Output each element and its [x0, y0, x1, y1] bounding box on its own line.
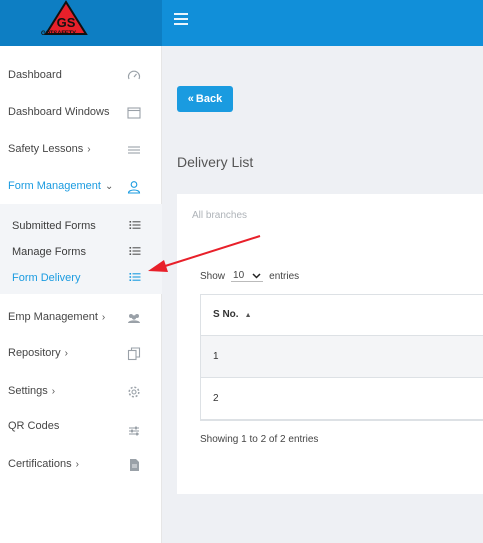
sidebar-item-emp-management[interactable]: Emp Management › — [0, 303, 162, 333]
sidebar-item-form-management[interactable]: Form Management ⌄ — [0, 172, 162, 202]
entries-select[interactable]: 10 — [231, 270, 264, 282]
svg-text:GS: GS — [57, 15, 76, 30]
sidebar-item-safety-lessons[interactable]: Safety Lessons › — [0, 135, 162, 165]
gear-icon — [128, 386, 140, 398]
chevron-right-icon: › — [51, 386, 56, 397]
chevron-right-icon: › — [101, 312, 106, 323]
sidebar-item-label: Dashboard Windows — [8, 106, 110, 118]
submenu-item-label: Manage Forms — [12, 246, 86, 258]
chevron-down-icon: ⌄ — [104, 181, 114, 192]
entries-select-value: 10 — [233, 270, 245, 281]
window-icon — [127, 107, 141, 119]
submenu-item-form-delivery[interactable]: Form Delivery — [0, 266, 162, 290]
chevron-right-icon: › — [75, 459, 79, 470]
table-row[interactable]: 2 — [201, 378, 483, 420]
list-icon — [129, 221, 141, 229]
sidebar-item-repository[interactable]: Repository › — [0, 339, 162, 369]
column-header-sno[interactable]: S No. ▲ — [213, 309, 252, 320]
hamburger-icon[interactable] — [174, 13, 188, 25]
list-icon — [129, 273, 141, 281]
entries-length-control: Show 10 entries — [200, 270, 299, 282]
gotsafety-logo: GS — [44, 0, 88, 35]
sliders-icon — [129, 426, 139, 436]
delivery-table: S No. ▲ 1 2 — [200, 294, 483, 421]
branch-select[interactable]: All branches — [192, 210, 247, 221]
submenu-item-label: Form Delivery — [12, 272, 81, 284]
sidebar-item-label: Safety Lessons — [8, 143, 84, 155]
double-chevron-left-icon: « — [187, 93, 194, 105]
chevron-right-icon: › — [87, 144, 91, 155]
logo-area: GS GOTSAFETY — [0, 0, 162, 46]
table-header: S No. ▲ — [201, 295, 483, 336]
form-management-submenu: Submitted Forms Manage Forms Form Delive… — [0, 204, 162, 294]
list-icon — [129, 247, 141, 255]
speedometer-icon — [127, 70, 141, 80]
sidebar-item-label: QR Codes — [8, 420, 60, 432]
back-button-label: Back — [195, 93, 223, 105]
sidebar: Dashboard Dashboard Windows Safety Lesso… — [0, 46, 162, 543]
chevron-down-icon — [252, 272, 261, 279]
page-title: Delivery List — [177, 154, 254, 170]
table-row[interactable]: 1 — [201, 336, 483, 378]
table-cell: 1 — [213, 351, 219, 362]
sidebar-item-label: Dashboard — [8, 69, 62, 81]
sidebar-item-settings[interactable]: Settings › — [0, 377, 162, 407]
sidebar-item-certifications[interactable]: Certifications › — [0, 450, 162, 480]
users-icon — [128, 314, 140, 323]
sidebar-item-label: Emp Management — [8, 311, 98, 323]
copy-icon — [127, 347, 141, 361]
show-label: Show — [200, 270, 226, 282]
sidebar-item-label: Form Management — [8, 180, 101, 192]
sidebar-item-qr-codes[interactable]: QR Codes — [0, 412, 162, 442]
sidebar-item-label: Repository — [8, 347, 61, 359]
table-info: Showing 1 to 2 of 2 entries — [200, 434, 319, 445]
table-cell: 2 — [213, 393, 219, 404]
submenu-item-label: Submitted Forms — [12, 220, 96, 232]
lines-icon — [128, 146, 140, 154]
chevron-right-icon: › — [64, 348, 68, 359]
sidebar-item-dashboard[interactable]: Dashboard — [0, 61, 162, 91]
entries-label: entries — [269, 270, 300, 282]
user-icon — [127, 181, 141, 194]
back-button[interactable]: « Back — [177, 86, 233, 112]
sidebar-item-label: Certifications — [8, 458, 72, 470]
sidebar-item-dashboard-windows[interactable]: Dashboard Windows — [0, 98, 162, 128]
logo-text: GOTSAFETY — [41, 31, 76, 37]
sidebar-item-label: Settings — [8, 385, 48, 397]
file-icon — [130, 459, 139, 471]
submenu-item-submitted-forms[interactable]: Submitted Forms — [0, 214, 162, 238]
sort-ascending-icon: ▲ — [244, 312, 252, 319]
submenu-item-manage-forms[interactable]: Manage Forms — [0, 240, 162, 264]
